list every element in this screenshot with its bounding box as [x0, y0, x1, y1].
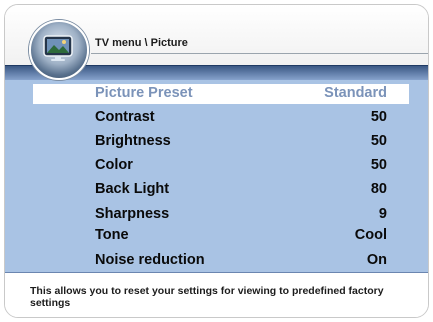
menu-item-label: Contrast — [95, 109, 155, 125]
tv-screen-icon — [43, 35, 73, 61]
menu-item-noise-reduction[interactable]: Noise reduction On — [33, 251, 409, 271]
menu-item-value: 80 — [370, 181, 387, 197]
menu-item-label: Sharpness — [95, 206, 170, 222]
menu-item-value: 9 — [378, 206, 387, 222]
menu-breadcrumb: TV menu \ Picture — [95, 37, 188, 49]
help-area: This allows you to reset your settings f… — [5, 274, 428, 317]
help-text: This allows you to reset your settings f… — [30, 285, 384, 309]
menu-item-sharpness[interactable]: Sharpness 9 — [33, 205, 409, 225]
menu-item-back-light[interactable]: Back Light 80 — [33, 180, 409, 200]
menu-item-contrast[interactable]: Contrast 50 — [33, 108, 409, 128]
menu-item-label: Noise reduction — [95, 252, 205, 268]
menu-item-label: Color — [95, 157, 133, 173]
menu-item-label: Brightness — [95, 133, 171, 149]
menu-item-value: On — [366, 252, 387, 268]
picture-settings-panel: Picture Preset Standard Contrast 50 Brig… — [5, 65, 428, 273]
menu-item-picture-preset[interactable]: Picture Preset Standard — [33, 84, 409, 104]
menu-item-color[interactable]: Color 50 — [33, 156, 409, 176]
menu-item-value: Cool — [354, 227, 387, 243]
menu-item-brightness[interactable]: Brightness 50 — [33, 132, 409, 152]
menu-item-label: Tone — [95, 227, 129, 243]
menu-item-value: 50 — [370, 109, 387, 125]
menu-item-value: 50 — [370, 133, 387, 149]
tv-picture-icon — [29, 20, 89, 80]
menu-item-value: 50 — [370, 157, 387, 173]
header-divider — [91, 53, 428, 54]
menu-item-tone[interactable]: Tone Cool — [33, 226, 409, 246]
menu-item-label: Picture Preset — [95, 85, 193, 101]
menu-item-label: Back Light — [95, 181, 170, 197]
menu-item-value: Standard — [324, 85, 387, 101]
